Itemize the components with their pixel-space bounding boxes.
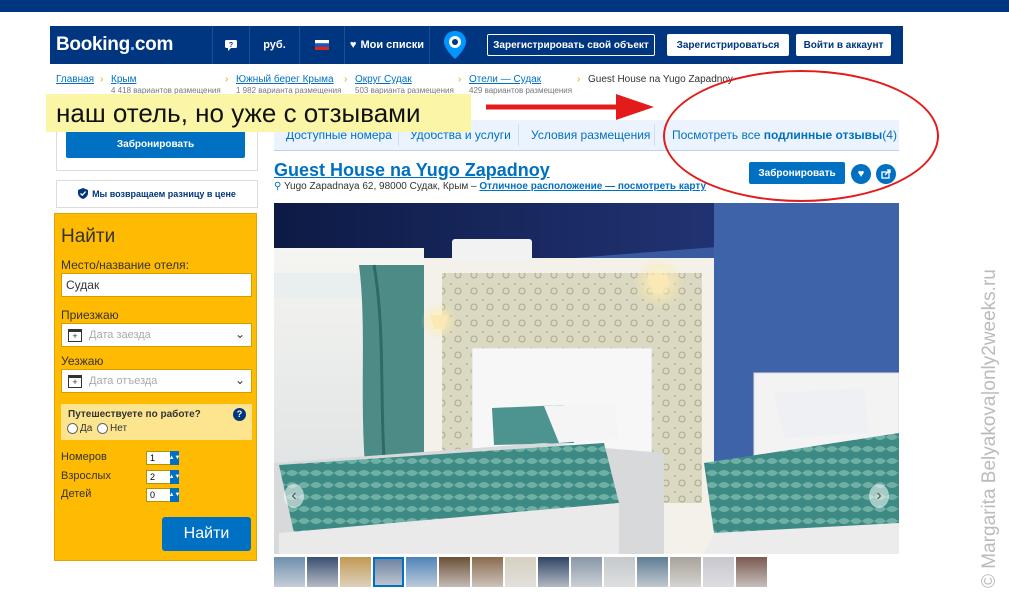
gallery-thumbnail[interactable] (406, 557, 437, 587)
rooms-label: Номеров (61, 451, 107, 463)
checkin-date-field[interactable]: + Дата заезда ⌄ (61, 323, 252, 347)
help-icon[interactable]: ? (233, 408, 246, 421)
search-panel: Найти Место/название отеля: Судак Приезж… (54, 213, 257, 561)
breadcrumb-separator: › (577, 74, 581, 85)
work-trip-no-radio[interactable]: Нет (97, 423, 127, 434)
children-select[interactable]: 0 ▲▼ (146, 488, 180, 502)
adults-select[interactable]: 2 ▲▼ (146, 470, 180, 484)
adults-label: Взрослых (61, 470, 111, 482)
hotel-address: ⚲ Yugo Zapadnaya 62, 98000 Судак, Крым –… (274, 181, 707, 192)
breadcrumb-item-crimea[interactable]: Крым 4 418 вариантов размещения (111, 74, 221, 95)
gallery-thumbnails (274, 557, 767, 587)
gallery-next-arrow[interactable]: › (869, 484, 889, 508)
gallery-thumbnail[interactable] (505, 557, 536, 587)
breadcrumb-separator: › (100, 74, 104, 85)
price-match-badge[interactable]: Мы возвращаем разницу в цене (56, 180, 258, 208)
heart-icon: ♥ (349, 39, 357, 51)
annotation-red-oval (663, 70, 939, 202)
tab-divider (518, 124, 519, 146)
gallery-thumbnail[interactable] (538, 557, 569, 587)
map-pin-icon: ⚲ (274, 181, 282, 192)
language-flag-icon[interactable] (300, 26, 344, 64)
breadcrumb-current: Guest House na Yugo Zapadnoy (588, 74, 733, 85)
children-label: Детей (61, 488, 92, 500)
destination-input[interactable]: Судак (61, 273, 252, 297)
booking-assistant-icon[interactable] (430, 26, 480, 64)
top-stripe (0, 0, 1009, 12)
gallery-thumbnail[interactable] (670, 557, 701, 587)
checkout-date-field[interactable]: + Дата отъезда ⌄ (61, 369, 252, 393)
shield-check-icon (78, 187, 89, 201)
checkout-label: Уезжаю (61, 354, 104, 368)
hotel-name-link[interactable]: Guest House na Yugo Zapadnoy (274, 160, 550, 181)
register-button[interactable]: Зарегистрироваться (667, 34, 789, 56)
annotation-label: наш отель, но уже с отзывами (46, 94, 471, 132)
tab-policies[interactable]: Условия размещения (531, 120, 650, 150)
work-trip-yes-radio[interactable]: Да (67, 423, 92, 434)
search-title: Найти (61, 226, 116, 247)
svg-text:© Margarita Belyakova|only2wee: © Margarita Belyakova|only2weeks.ru (979, 269, 1000, 588)
tab-divider (654, 124, 655, 146)
hotel-main-photo[interactable]: ‹ › (274, 203, 899, 554)
work-trip-box: Путешествуете по работе? ? Да Нет (61, 404, 252, 440)
calendar-icon: + (68, 328, 82, 342)
sidebar-book-button[interactable]: Забронировать (66, 131, 245, 158)
stepper-icon: ▲▼ (169, 470, 180, 484)
site-header: Booking.com ? руб. ♥ Мои списки Зарегистр… (50, 26, 903, 64)
gallery-thumbnail[interactable] (703, 557, 734, 587)
gallery-thumbnail[interactable] (340, 557, 371, 587)
show-map-link[interactable]: Отличное расположение — посмотреть карту (479, 181, 706, 192)
checkin-label: Приезжаю (61, 308, 119, 322)
watermark: © Margarita Belyakova|only2weeks.ru (979, 269, 1000, 588)
gallery-thumbnail[interactable] (307, 557, 338, 587)
gallery-thumbnail[interactable] (571, 557, 602, 587)
work-trip-question: Путешествуете по работе? (68, 409, 201, 420)
destination-label: Место/название отеля: (61, 258, 189, 272)
gallery-prev-arrow[interactable]: ‹ (284, 484, 304, 508)
breadcrumb-item-south-coast[interactable]: Южный берег Крыма 1 982 варианта размещен… (236, 74, 341, 95)
gallery-thumbnail[interactable] (439, 557, 470, 587)
chevron-down-icon: ⌄ (234, 327, 245, 341)
stepper-icon: ▲▼ (169, 488, 180, 502)
help-chat-icon[interactable]: ? (213, 26, 249, 64)
currency-selector[interactable]: руб. (250, 26, 299, 64)
gallery-thumbnail[interactable] (637, 557, 668, 587)
register-property-button[interactable]: Зарегистрировать свой объект (487, 34, 655, 56)
booking-logo[interactable]: Booking.com (56, 34, 173, 56)
gallery-thumbnail[interactable] (736, 557, 767, 587)
rooms-select[interactable]: 1 ▲▼ (146, 451, 180, 465)
breadcrumb-separator: › (225, 74, 229, 85)
calendar-icon: + (68, 374, 82, 388)
breadcrumb-separator: › (458, 74, 462, 85)
svg-text:?: ? (229, 42, 233, 49)
stepper-icon: ▲▼ (169, 451, 180, 465)
search-button[interactable]: Найти (162, 517, 251, 551)
gallery-thumbnail[interactable] (274, 557, 305, 587)
gallery-thumbnail[interactable] (472, 557, 503, 587)
breadcrumb-item-sudak-district[interactable]: Округ Судак 503 варианта размещения (355, 74, 454, 95)
breadcrumb-separator: › (344, 74, 348, 85)
sign-in-button[interactable]: Войти в аккаунт (796, 34, 891, 56)
breadcrumb-item-home[interactable]: Главная (56, 74, 94, 85)
gallery-thumbnail[interactable] (373, 557, 404, 587)
chevron-down-icon: ⌄ (234, 373, 245, 387)
annotation-arrow-icon (486, 94, 654, 120)
wishlists-link[interactable]: ♥ Мои списки (345, 26, 429, 64)
gallery-thumbnail[interactable] (604, 557, 635, 587)
